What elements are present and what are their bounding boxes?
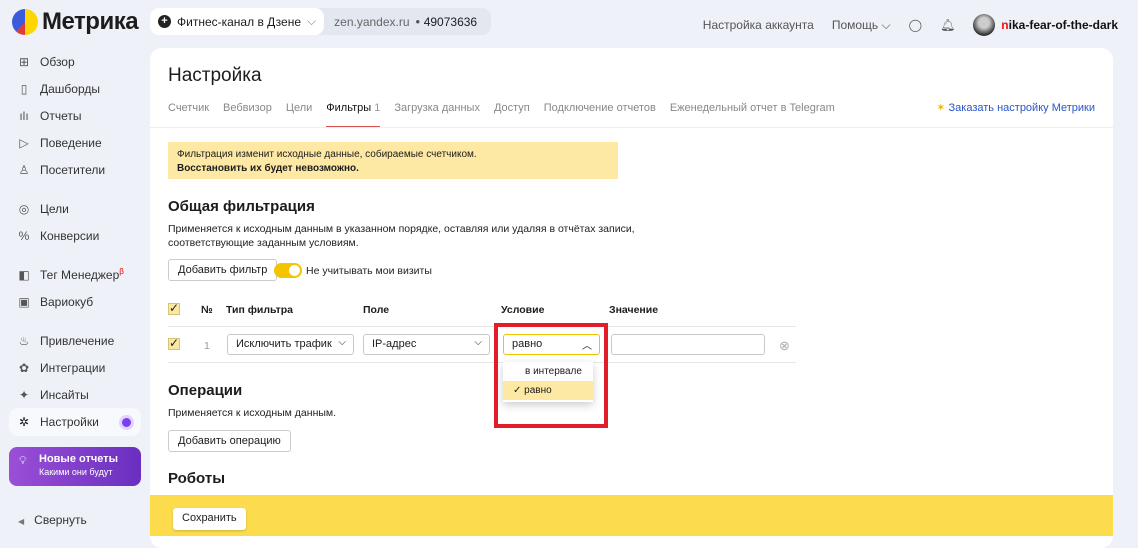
general-filtering-title: Общая фильтрация	[168, 198, 315, 215]
sidebar-item-tag-manager[interactable]: ◧ Тег Менеджерβ	[0, 261, 150, 288]
settings-tabs: Счетчик Вебвизор Цели Фильтры 1 Загрузка…	[168, 102, 835, 128]
target-icon: ◎	[18, 201, 30, 216]
tab-data-upload[interactable]: Загрузка данных	[394, 102, 480, 128]
tab-telegram[interactable]: Еженедельный отчет в Telegram	[670, 102, 835, 128]
grid-icon: ⊞	[18, 54, 30, 69]
sidebar-item-insights[interactable]: ✦ Инсайты	[0, 381, 150, 408]
filter-type-select[interactable]: Исключить трафик ⌵	[227, 334, 354, 355]
counter-id: 49073636	[423, 14, 478, 29]
sidebar-item-settings[interactable]: ✲ Настройки	[9, 408, 141, 436]
save-button[interactable]: Сохранить	[173, 508, 246, 530]
page-title: Настройка	[168, 65, 262, 86]
sidebar-item-acquisition[interactable]: ♨ Привлечение	[0, 327, 150, 354]
dashboard-icon: ▯	[20, 81, 28, 96]
metrika-logo-icon	[12, 9, 38, 35]
sidebar-item-behavior[interactable]: ▷ Поведение	[0, 129, 150, 156]
tab-goals[interactable]: Цели	[286, 102, 312, 128]
user-icon: ♙	[18, 162, 30, 177]
chevron-down-icon: ⌵	[307, 14, 317, 28]
save-bar: Сохранить	[150, 495, 1113, 536]
field-select[interactable]: IP-адрес ⌵	[363, 334, 490, 355]
counter-host: zen.yandex.ru	[334, 14, 410, 29]
counter-select[interactable]: + Фитнес-канал в Дзене ⌵	[150, 8, 325, 35]
operations-desc: Применяется к исходным данным.	[168, 407, 337, 419]
lightbulb-icon: 💡︎	[19, 455, 27, 467]
new-reports-promo[interactable]: 💡︎ Новые отчеты Какими они будут	[9, 447, 141, 486]
bell-icon[interactable]: 🔔︎	[940, 18, 955, 32]
value-input[interactable]	[611, 334, 765, 355]
collapse-sidebar-button[interactable]: ◀ Свернуть	[18, 513, 87, 527]
tag-manager-icon: ◧	[18, 267, 30, 282]
username[interactable]: nika-fear-of-the-dark	[1001, 18, 1118, 32]
sparkle-icon: ✦	[18, 387, 30, 402]
bar-chart-icon: ılı	[19, 108, 29, 123]
sidebar: ⊞ Обзор ▯ Дашборды ılı Отчеты ▷ Поведение ♙ П…	[0, 48, 150, 436]
sidebar-item-variocube[interactable]: ▣ Вариокуб	[0, 288, 150, 315]
plus-icon: +	[158, 15, 171, 28]
remove-filter-icon[interactable]: ⊗	[779, 338, 790, 354]
magic-wand-icon: ✶	[936, 102, 946, 114]
account-settings-link[interactable]: Настройка аккаунта	[703, 18, 814, 32]
avatar[interactable]	[973, 14, 996, 36]
chat-icon[interactable]: ◯	[909, 18, 922, 32]
cube-icon: ▣	[18, 294, 30, 309]
add-filter-button[interactable]: Добавить фильтр	[168, 259, 278, 281]
play-icon: ▷	[19, 135, 29, 150]
order-setup-link[interactable]: ✶ Заказать настройку Метрики	[936, 101, 1095, 114]
ignore-visits-label: Не учитывать мои визиты	[306, 265, 432, 277]
caret-left-icon: ◀	[18, 517, 25, 526]
sidebar-item-dashboards[interactable]: ▯ Дашборды	[0, 75, 150, 102]
gear-icon: ✲	[18, 415, 30, 429]
help-menu[interactable]: Помощь ⌵	[832, 18, 891, 33]
logo[interactable]: Метрика	[12, 8, 139, 36]
tab-counter[interactable]: Счетчик	[168, 102, 209, 128]
settings-card: Настройка Счетчик Вебвизор Цели Фильтры …	[150, 48, 1113, 548]
tab-webvisor[interactable]: Вебвизор	[223, 102, 272, 128]
percent-icon: %	[18, 228, 30, 243]
general-filtering-desc: Применяется к исходным данным в указанно…	[168, 223, 635, 249]
select-all-checkbox[interactable]: ✓	[168, 302, 180, 315]
operations-title: Операции	[168, 382, 243, 399]
sidebar-item-overview[interactable]: ⊞ Обзор	[0, 48, 150, 75]
sidebar-item-conversions[interactable]: % Конверсии	[0, 222, 150, 249]
ignore-visits-toggle[interactable]	[274, 263, 302, 278]
counter-switcher[interactable]: + Фитнес-канал в Дзене ⌵ zen.yandex.ru • 49…	[150, 8, 492, 35]
add-operation-button[interactable]: Добавить операцию	[168, 430, 291, 452]
puzzle-icon: ✿	[18, 360, 30, 375]
tab-access[interactable]: Доступ	[494, 102, 530, 128]
fire-icon: ♨	[18, 333, 30, 348]
sidebar-item-reports[interactable]: ılı Отчеты	[0, 102, 150, 129]
new-indicator	[122, 417, 131, 427]
tab-report-connect[interactable]: Подключение отчетов	[544, 102, 656, 128]
robots-title: Роботы	[168, 470, 226, 487]
tab-filters[interactable]: Фильтры 1	[326, 102, 381, 128]
warning-box: Фильтрация изменит исходные данные, соби…	[168, 142, 618, 179]
counter-name: Фитнес-канал в Дзене	[177, 14, 302, 29]
row-checkbox[interactable]: ✓	[168, 337, 180, 350]
sidebar-item-goals[interactable]: ◎ Цели	[0, 195, 150, 222]
sidebar-item-integrations[interactable]: ✿ Интеграции	[0, 354, 150, 381]
sidebar-item-visitors[interactable]: ♙ Посетители	[0, 156, 150, 183]
highlight-box	[494, 323, 608, 428]
